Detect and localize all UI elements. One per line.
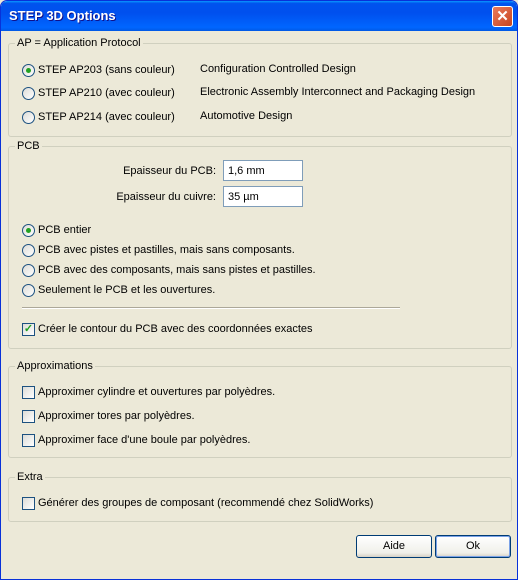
checkbox-pcb-contour-label: Créer le contour du PCB avec des coordon… [38, 323, 313, 335]
checkbox-component-groups-indicator[interactable] [22, 496, 35, 510]
checkbox-approx-tori-label: Approximer tores par polyèdres. [38, 410, 195, 422]
radio-ap214-indicator[interactable] [22, 110, 35, 124]
pcb-thickness-label: Epaisseur du PCB: [123, 165, 216, 177]
checkbox-pcb-contour-indicator[interactable]: ✓ [22, 322, 35, 336]
checkbox-pcb-contour[interactable]: ✓ Créer le contour du PCB avec des coord… [22, 321, 313, 337]
radio-pcb-board-only-label: Seulement le PCB et les ouvertures. [38, 284, 216, 296]
pcb-separator [22, 307, 400, 309]
checkbox-approx-sphere[interactable]: Approximer face d'une boule par polyèdre… [22, 432, 250, 448]
radio-ap210[interactable]: STEP AP210 (avec couleur) [22, 85, 175, 101]
pcb-legend: PCB [15, 140, 42, 152]
close-button[interactable]: ✕ [492, 6, 513, 27]
ap203-description: Configuration Controlled Design [200, 63, 356, 75]
ok-button[interactable]: Ok [435, 535, 511, 558]
checkbox-component-groups[interactable]: Générer des groupes de composant (recomm… [22, 495, 373, 511]
checkbox-approx-cylinders[interactable]: Approximer cylindre et ouvertures par po… [22, 384, 275, 400]
copper-thickness-label: Epaisseur du cuivre: [116, 191, 216, 203]
radio-pcb-no-tracks[interactable]: PCB avec des composants, mais sans piste… [22, 262, 316, 278]
checkbox-approx-tori-indicator[interactable] [22, 409, 35, 423]
checkbox-approx-tori[interactable]: Approximer tores par polyèdres. [22, 408, 195, 424]
radio-pcb-no-components-indicator[interactable] [22, 243, 35, 257]
radio-pcb-board-only-indicator[interactable] [22, 283, 35, 297]
ap-group: AP = Application Protocol STEP AP203 (sa… [8, 37, 512, 137]
radio-pcb-entier-label: PCB entier [38, 224, 92, 236]
checkbox-approx-sphere-label: Approximer face d'une boule par polyèdre… [38, 434, 251, 446]
close-icon: ✕ [496, 8, 509, 25]
copper-thickness-input[interactable] [223, 186, 303, 207]
radio-pcb-entier[interactable]: PCB entier [22, 222, 91, 238]
radio-pcb-no-tracks-indicator[interactable] [22, 263, 35, 277]
radio-pcb-no-components-label: PCB avec pistes et pastilles, mais sans … [38, 244, 295, 256]
title-bar[interactable]: STEP 3D Options ✕ [1, 1, 517, 31]
radio-pcb-entier-indicator[interactable] [22, 223, 35, 237]
checkbox-approx-cylinders-label: Approximer cylindre et ouvertures par po… [38, 386, 276, 398]
approximations-legend: Approximations [15, 360, 95, 372]
ap214-description: Automotive Design [200, 110, 293, 122]
help-button[interactable]: Aide [356, 535, 432, 558]
radio-ap203-label: STEP AP203 (sans couleur) [38, 64, 175, 76]
step-3d-options-dialog: STEP 3D Options ✕ AP = Application Proto… [0, 0, 518, 580]
radio-ap214-label: STEP AP214 (avec couleur) [38, 111, 175, 123]
radio-pcb-no-components[interactable]: PCB avec pistes et pastilles, mais sans … [22, 242, 295, 258]
radio-ap214[interactable]: STEP AP214 (avec couleur) [22, 109, 175, 125]
pcb-group: PCB Epaisseur du PCB: Epaisseur du cuivr… [8, 140, 512, 349]
approximations-group: Approximations Approximer cylindre et ou… [8, 360, 512, 458]
checkbox-approx-cylinders-indicator[interactable] [22, 385, 35, 399]
pcb-thickness-input[interactable] [223, 160, 303, 181]
radio-ap203[interactable]: STEP AP203 (sans couleur) [22, 62, 175, 78]
radio-ap210-label: STEP AP210 (avec couleur) [38, 87, 175, 99]
radio-pcb-no-tracks-label: PCB avec des composants, mais sans piste… [38, 264, 316, 276]
radio-ap210-indicator[interactable] [22, 86, 35, 100]
checkbox-approx-sphere-indicator[interactable] [22, 433, 35, 447]
window-title: STEP 3D Options [9, 8, 116, 23]
extra-group: Extra Générer des groupes de composant (… [8, 471, 512, 522]
ap-legend: AP = Application Protocol [15, 37, 143, 49]
radio-pcb-board-only[interactable]: Seulement le PCB et les ouvertures. [22, 282, 215, 298]
checkbox-component-groups-label: Générer des groupes de composant (recomm… [38, 497, 374, 509]
extra-legend: Extra [15, 471, 45, 483]
radio-ap203-indicator[interactable] [22, 63, 35, 77]
ap210-description: Electronic Assembly Interconnect and Pac… [200, 86, 476, 98]
